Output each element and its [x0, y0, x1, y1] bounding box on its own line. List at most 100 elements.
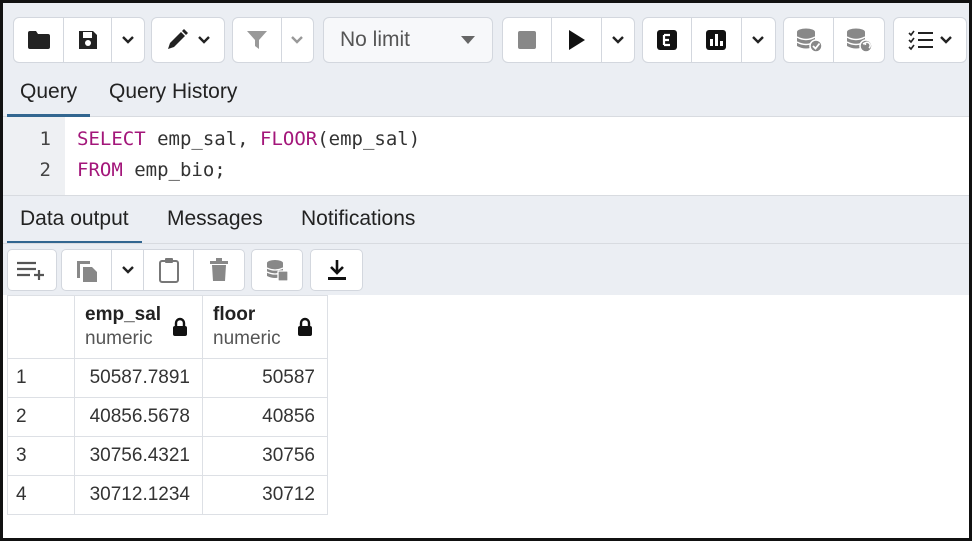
- header-row: emp_sal numeric floor numeric: [7, 295, 328, 359]
- code-line[interactable]: FROM emp_bio;: [77, 159, 226, 181]
- chevron-down-icon: [752, 36, 765, 44]
- lock-icon: [173, 317, 187, 336]
- commit-button[interactable]: [784, 18, 835, 62]
- line-number: 2: [39, 159, 51, 181]
- edit-dropdown-button[interactable]: [152, 18, 224, 62]
- tab-query-history[interactable]: Query History: [96, 69, 250, 117]
- app-window: No limit Query Query History 1 2 SELECT …: [0, 0, 972, 541]
- sql-function: FLOOR: [260, 128, 318, 150]
- tab-messages[interactable]: Messages: [154, 196, 276, 244]
- table-cell[interactable]: 30712.1234: [74, 475, 203, 515]
- column-header[interactable]: emp_sal numeric: [74, 295, 203, 359]
- paste-button[interactable]: [144, 250, 194, 290]
- chevron-down-icon: [198, 36, 210, 44]
- save-options-dropdown[interactable]: [112, 18, 144, 62]
- execute-options-dropdown[interactable]: [602, 18, 635, 62]
- chevron-down-icon: [122, 36, 134, 44]
- filter-button[interactable]: [233, 18, 282, 62]
- table-cell[interactable]: 30712: [202, 475, 328, 515]
- save-icon: [78, 31, 97, 49]
- sql-keyword: SELECT: [77, 128, 146, 150]
- trash-icon: [210, 258, 228, 281]
- row-limit-value: No limit: [340, 28, 411, 51]
- table-cell[interactable]: 30756.4321: [74, 436, 203, 476]
- explain-button-group: [642, 17, 776, 63]
- list-icon: [908, 30, 933, 51]
- save-data-changes-button[interactable]: [252, 250, 302, 290]
- column-name: emp_sal: [85, 304, 162, 325]
- bar-chart-icon: [706, 30, 727, 50]
- table-row: 1 50587.7891 50587: [7, 358, 328, 398]
- stop-icon: [518, 31, 537, 49]
- copy-options-dropdown[interactable]: [112, 250, 144, 290]
- filter-button-group: [232, 17, 314, 63]
- sql-editor[interactable]: 1 2 SELECT emp_sal, FLOOR(emp_sal) FROM …: [3, 117, 969, 195]
- column-header[interactable]: floor numeric: [202, 295, 328, 359]
- macros-dropdown-button[interactable]: [894, 18, 966, 62]
- database-undo-icon: [846, 28, 873, 53]
- explain-analyze-button[interactable]: [692, 18, 742, 62]
- add-row-button-group: [7, 249, 57, 291]
- explain-button[interactable]: [643, 18, 693, 62]
- tab-notifications[interactable]: Notifications: [288, 196, 428, 244]
- copy-icon: [76, 261, 97, 282]
- column-name: floor: [213, 304, 256, 325]
- sql-keyword: FROM: [77, 159, 123, 181]
- result-table: emp_sal numeric floor numeric 1 50587.78…: [7, 295, 328, 515]
- delete-row-button[interactable]: [194, 250, 244, 290]
- open-file-button[interactable]: [14, 18, 64, 62]
- copy-button[interactable]: [62, 250, 112, 290]
- table-row: 4 30712.1234 30712: [7, 475, 328, 515]
- table-cell[interactable]: 50587.7891: [74, 358, 203, 398]
- row-number[interactable]: 3: [7, 436, 75, 476]
- file-button-group: [13, 17, 145, 63]
- clipboard-icon: [158, 258, 179, 283]
- lock-icon: [298, 317, 312, 336]
- column-type: numeric: [213, 328, 281, 349]
- line-number-gutter: 1 2: [3, 117, 65, 195]
- code-text: emp_sal,: [145, 128, 261, 150]
- tab-query[interactable]: Query: [7, 69, 91, 117]
- table-row: 3 30756.4321 30756: [7, 436, 328, 476]
- line-number: 1: [39, 128, 51, 150]
- folder-icon: [27, 31, 50, 49]
- caret-down-icon: [461, 36, 475, 44]
- chevron-down-icon: [940, 36, 952, 44]
- chevron-down-icon: [291, 36, 304, 44]
- table-cell[interactable]: 40856.5678: [74, 397, 203, 437]
- row-number-header[interactable]: [7, 295, 75, 359]
- explain-options-dropdown[interactable]: [742, 18, 775, 62]
- row-number[interactable]: 1: [7, 358, 75, 398]
- row-limit-select[interactable]: No limit: [323, 17, 493, 63]
- table-cell[interactable]: 40856: [202, 397, 328, 437]
- row-number[interactable]: 4: [7, 475, 75, 515]
- column-type: numeric: [85, 328, 153, 349]
- rollback-button[interactable]: [834, 18, 884, 62]
- clipboard-button-group: [61, 249, 245, 291]
- download-button[interactable]: [311, 250, 362, 290]
- play-icon: [569, 30, 586, 50]
- code-text: (emp_sal): [317, 128, 421, 150]
- filter-options-dropdown[interactable]: [282, 18, 313, 62]
- tab-data-output[interactable]: Data output: [7, 196, 142, 244]
- code-line[interactable]: SELECT emp_sal, FLOOR(emp_sal): [77, 128, 420, 150]
- row-number[interactable]: 2: [7, 397, 75, 437]
- table-row: 2 40856.5678 40856: [7, 397, 328, 437]
- filter-icon: [246, 31, 267, 49]
- download-icon: [327, 260, 346, 280]
- download-button-group: [310, 249, 363, 291]
- output-tabs: Data output Messages Notifications: [3, 195, 969, 244]
- data-output-toolbar: [3, 243, 969, 295]
- macros-button-group[interactable]: [893, 17, 967, 63]
- add-row-icon: [17, 261, 44, 280]
- query-toolbar: No limit: [3, 3, 969, 69]
- transaction-button-group: [783, 17, 885, 63]
- table-cell[interactable]: 50587: [202, 358, 328, 398]
- database-check-icon: [796, 28, 823, 53]
- stop-button[interactable]: [503, 18, 553, 62]
- execute-button[interactable]: [552, 18, 602, 62]
- add-row-button[interactable]: [8, 250, 56, 290]
- edit-button-group[interactable]: [151, 17, 225, 63]
- save-file-button[interactable]: [64, 18, 112, 62]
- table-cell[interactable]: 30756: [202, 436, 328, 476]
